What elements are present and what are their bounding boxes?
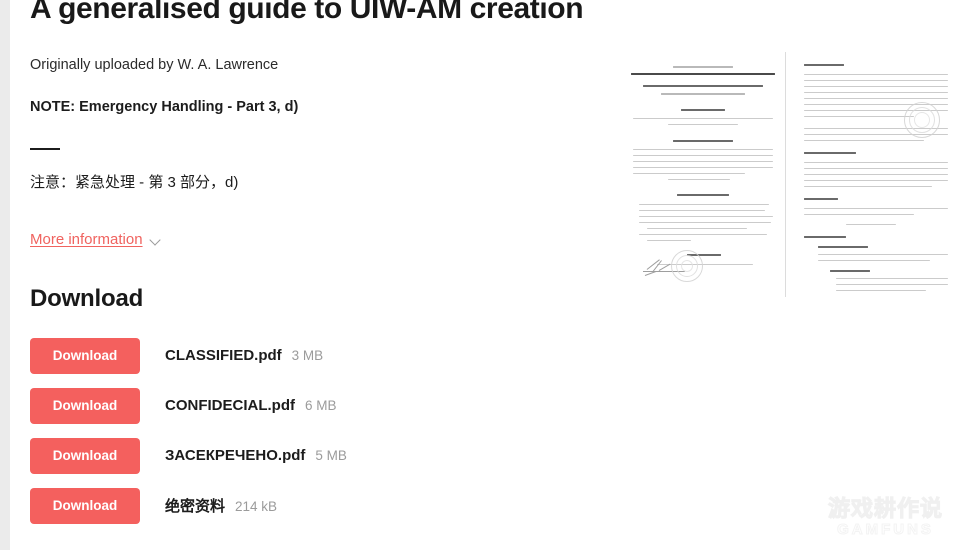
file-meta: ЗАСЕКРЕЧЕНО.pdf 5 MB: [165, 447, 347, 464]
list-item: Download 绝密资料 214 kB: [30, 481, 610, 531]
body-line: [804, 116, 914, 118]
download-button[interactable]: Download: [30, 487, 140, 524]
body-line: [668, 179, 730, 181]
list-item-heading-line: [830, 270, 870, 272]
more-information-row[interactable]: More information: [30, 231, 610, 248]
document-preview-pane[interactable]: [610, 0, 955, 550]
download-button[interactable]: Download: [30, 437, 140, 474]
classification-banner-line: [673, 66, 733, 68]
preview-page-2[interactable]: [796, 52, 955, 297]
citation-line: [639, 222, 771, 224]
preview-separator: [785, 52, 786, 297]
emergency-note-translated: 注意：紧急处理 - 第 3 部分，d): [30, 173, 239, 191]
citation-line: [639, 234, 767, 236]
download-list: Download CLASSIFIED.pdf 3 MB Download CO…: [30, 331, 610, 531]
section-heading-line: [804, 64, 844, 66]
section-heading-line: [804, 236, 846, 238]
file-meta: CONFIDECIAL.pdf 6 MB: [165, 397, 337, 414]
file-name: CLASSIFIED.pdf: [165, 347, 282, 365]
file-name: CONFIDECIAL.pdf: [165, 397, 295, 415]
citation-line: [639, 210, 765, 212]
doc-title-line: [643, 85, 763, 87]
body-line: [633, 149, 773, 151]
body-line: [804, 86, 948, 88]
body-line: [804, 186, 932, 188]
download-section-heading: Download: [30, 284, 144, 312]
body-line: [836, 278, 948, 280]
body-line: [836, 290, 926, 292]
body-line: [804, 214, 914, 216]
section-heading-line: [677, 194, 729, 196]
citation-line: [647, 240, 691, 242]
body-line: [804, 168, 948, 170]
citation-line: [639, 216, 773, 218]
file-meta: CLASSIFIED.pdf 3 MB: [165, 347, 323, 364]
body-line: [804, 92, 948, 94]
body-line: [818, 260, 930, 262]
body-line: [633, 155, 773, 157]
scroll-gutter-strip: [0, 0, 10, 550]
section-heading-line: [673, 140, 733, 142]
content-column: A generalised guide to UIW-AM creation O…: [30, 0, 610, 531]
official-seal-stamp: [671, 250, 703, 282]
official-seal-stamp: [904, 102, 940, 138]
uploader-byline: Originally uploaded by W. A. Lawrence: [30, 57, 279, 73]
document-page: A generalised guide to UIW-AM creation O…: [10, 0, 955, 550]
body-line: [804, 174, 948, 176]
list-item: Download CONFIDECIAL.pdf 6 MB: [30, 381, 610, 431]
section-heading-line: [804, 198, 838, 200]
preview-page-1[interactable]: [623, 52, 783, 297]
body-line: [804, 140, 924, 142]
subsection-heading-line: [804, 152, 856, 154]
file-name: 绝密资料: [165, 498, 226, 516]
file-size: 5 MB: [315, 448, 347, 464]
list-item: Download CLASSIFIED.pdf 3 MB: [30, 331, 610, 381]
emergency-note: NOTE: Emergency Handling - Part 3, d): [30, 99, 299, 116]
divider-rule: [30, 147, 60, 150]
more-information-link[interactable]: More information: [30, 231, 143, 248]
citation-line: [647, 228, 747, 230]
body-line: [804, 80, 948, 82]
body-line: [818, 254, 948, 256]
body-line: [804, 74, 948, 76]
file-meta: 绝密资料 214 kB: [165, 495, 277, 516]
body-line: [804, 180, 948, 182]
citation-line: [639, 204, 769, 206]
body-line: [804, 208, 948, 210]
subsection-heading-line: [818, 246, 868, 248]
page-title: A generalised guide to UIW-AM creation: [30, 0, 584, 25]
list-item: Download ЗАСЕКРЕЧЕНО.pdf 5 MB: [30, 431, 610, 481]
file-size: 3 MB: [291, 348, 324, 364]
file-size: 6 MB: [304, 398, 337, 414]
body-line: [633, 118, 773, 120]
banner-rule: [631, 73, 775, 75]
doc-byline-line: [661, 93, 745, 95]
body-line: [633, 173, 745, 175]
body-line: [633, 161, 773, 163]
section-heading-line: [681, 109, 725, 111]
body-line: [804, 98, 948, 100]
download-button[interactable]: Download: [30, 337, 140, 374]
body-line: [668, 124, 738, 126]
body-line: [804, 162, 948, 164]
body-line: [633, 167, 773, 169]
chevron-down-icon[interactable]: [150, 235, 161, 246]
body-line: [836, 284, 948, 286]
download-button[interactable]: Download: [30, 387, 140, 424]
file-size: 214 kB: [235, 499, 278, 515]
file-name: ЗАСЕКРЕЧЕНО.pdf: [165, 447, 306, 465]
classification-mark: [846, 224, 896, 226]
